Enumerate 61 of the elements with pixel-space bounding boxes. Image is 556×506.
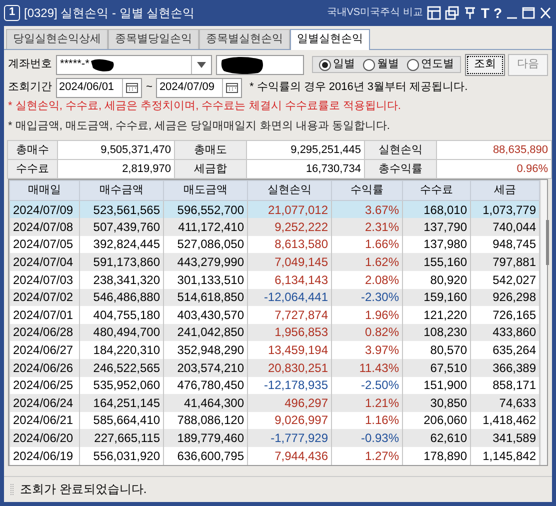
account-field[interactable]: *****-*: [56, 54, 212, 75]
summary-label: 총매수: [8, 140, 58, 160]
status-text: 조회가 완료되었습니다.: [20, 482, 147, 497]
radio-option[interactable]: 월별: [363, 58, 399, 72]
column-header[interactable]: 매도금액: [164, 180, 248, 201]
field-label: 계좌번호: [8, 58, 52, 72]
column-header[interactable]: 매매일: [10, 180, 80, 201]
column-header[interactable]: 매수금액: [80, 180, 164, 201]
grip-icon: [10, 482, 14, 496]
column-header[interactable]: 수익률: [332, 180, 402, 201]
date-field[interactable]: 2024/06/01: [56, 78, 142, 98]
table-row[interactable]: 2024/07/04 591,173,860 443,279,990 7,049,145 1.62% 155,160 797,881: [10, 253, 540, 272]
tab[interactable]: 일별실현손익: [290, 29, 370, 50]
summary-label: 세금합: [174, 160, 246, 179]
summary-value: 9,505,371,470: [58, 140, 174, 160]
tab[interactable]: 종목별실현손익: [199, 29, 290, 50]
close-icon[interactable]: [539, 6, 552, 20]
pin-icon[interactable]: [462, 6, 477, 20]
compare-link[interactable]: 국내VS미국주식 비교: [326, 7, 423, 19]
maximize-icon[interactable]: [522, 6, 535, 20]
table-row[interactable]: 2024/06/26 246,522,565 203,574,210 20,830,251 11.43% 67,510 366,389: [10, 359, 540, 377]
summary-label: 총매도: [174, 140, 246, 160]
summary-value: 88,635,890: [436, 140, 552, 160]
window-title: [0329] 실현손익 - 일별 실현손익: [24, 6, 195, 20]
tab[interactable]: 종목별당일손익: [108, 29, 199, 50]
layout-icon[interactable]: [426, 6, 441, 20]
summary-value: 9,295,251,445: [246, 140, 364, 160]
radio-option[interactable]: 일별: [319, 58, 355, 72]
toolbar-button[interactable]: T: [480, 4, 490, 22]
calendar-icon[interactable]: [126, 82, 138, 94]
table-row[interactable]: 2024/07/02 546,486,880 514,618,850 -12,064,441 -2.30% 159,160 926,298: [10, 288, 540, 306]
column-header[interactable]: 세금: [470, 180, 540, 201]
redaction-mark: [89, 58, 116, 72]
column-header[interactable]: 실현손익: [248, 180, 332, 201]
summary-label: 수수료: [8, 160, 58, 179]
field-label: 조회기간: [8, 81, 52, 94]
toolbar-button[interactable]: ?: [493, 4, 502, 22]
column-header[interactable]: 수수료: [402, 180, 470, 201]
period-note: * 수익률의 경우 2016년 3월부터 제공됩니다.: [249, 81, 468, 94]
calendar-icon[interactable]: [226, 82, 238, 94]
window-number-icon: 1: [4, 5, 20, 21]
search-button[interactable]: 조회: [465, 54, 505, 76]
dropdown-arrow-icon: [197, 62, 206, 68]
table-row[interactable]: 2024/06/28 480,494,700 241,042,850 1,956,853 0.82% 108,230 433,860: [10, 324, 540, 342]
table-row[interactable]: 2024/07/09 523,561,565 596,552,700 21,077,012 3.67% 168,010 1,073,779: [10, 200, 540, 218]
redaction-mark: [220, 56, 264, 74]
summary-label: 총수익률: [364, 160, 436, 179]
windows-icon[interactable]: [444, 6, 459, 20]
notice-text: * 실현손익, 수수료, 세금은 추정치이며, 수수료는 체결시 수수료률로 적용됩니다.: [8, 100, 402, 114]
table-row[interactable]: 2024/07/08 507,439,760 411,172,410 9,252,222 2.31% 137,790 740,044: [10, 218, 540, 236]
table-row[interactable]: 2024/06/20 227,665,115 189,779,460 -1,777,929 -0.93% 62,610 341,589: [10, 429, 540, 447]
date-separator: ~: [146, 81, 152, 94]
table-row[interactable]: 2024/06/19 556,031,920 636,600,795 7,944,436 1.27% 178,890 1,145,842: [10, 447, 540, 465]
radio-option[interactable]: 연도별: [407, 58, 454, 72]
table-row[interactable]: 2024/06/24 164,251,145 41,464,300 496,297 1.21% 30,850 74,633: [10, 394, 540, 412]
date-field[interactable]: 2024/07/09: [156, 78, 242, 98]
account-number: *****-*: [60, 58, 90, 72]
tab[interactable]: 당일실현손익상세: [6, 29, 108, 50]
notice-text: * 매입금액, 매도금액, 수수료, 세금은 당일매매일지 화면의 내용과 동일합니다.: [8, 120, 391, 134]
scrollbar[interactable]: [540, 180, 547, 465]
summary-label: 실현손익: [364, 140, 436, 160]
